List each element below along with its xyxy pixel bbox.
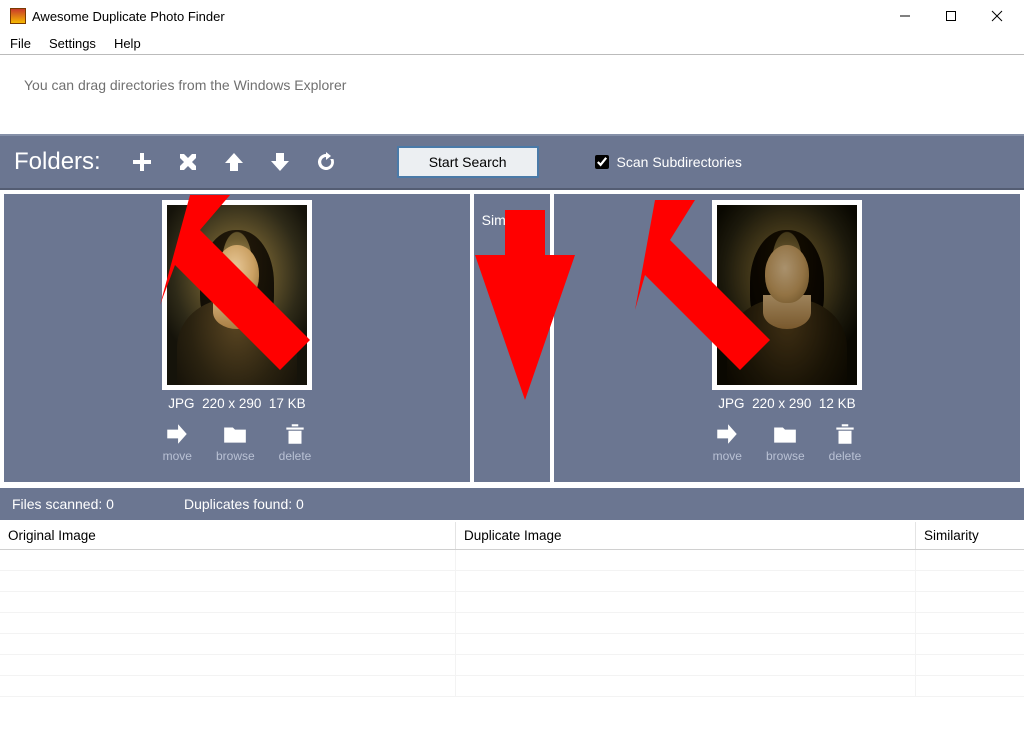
duplicate-meta: JPG 220 x 290 12 KB <box>718 396 855 411</box>
menu-bar: File Settings Help <box>0 32 1024 54</box>
app-icon <box>10 8 26 24</box>
window-title: Awesome Duplicate Photo Finder <box>32 9 225 24</box>
folders-toolbar: Folders: Start Search Scan Subdirectorie… <box>0 134 1024 190</box>
original-move-button[interactable]: move <box>163 421 192 463</box>
title-bar: Awesome Duplicate Photo Finder <box>0 0 1024 32</box>
duplicate-thumbnail[interactable] <box>712 200 862 390</box>
folders-label: Folders: <box>14 148 101 176</box>
duplicate-delete-button[interactable]: delete <box>829 421 862 463</box>
menu-help[interactable]: Help <box>114 36 141 51</box>
menu-file[interactable]: File <box>10 36 31 51</box>
maximize-button[interactable] <box>928 1 974 31</box>
status-bar: Files scanned: 0 Duplicates found: 0 <box>0 486 1024 520</box>
move-up-button[interactable] <box>219 147 249 177</box>
results-body[interactable] <box>0 550 1024 697</box>
move-down-button[interactable] <box>265 147 295 177</box>
table-row <box>0 550 1024 571</box>
table-row <box>0 676 1024 697</box>
original-thumbnail[interactable] <box>162 200 312 390</box>
col-duplicate[interactable]: Duplicate Image <box>456 522 916 549</box>
results-header: Original Image Duplicate Image Similarit… <box>0 522 1024 550</box>
original-meta: JPG 220 x 290 17 KB <box>168 396 305 411</box>
scan-subdirectories-checkbox[interactable] <box>595 155 609 169</box>
duplicate-browse-button[interactable]: browse <box>766 421 805 463</box>
original-delete-button[interactable]: delete <box>279 421 312 463</box>
duplicate-move-button[interactable]: move <box>713 421 742 463</box>
scan-subdirectories-option[interactable]: Scan Subdirectories <box>595 154 742 170</box>
scan-subdirectories-label: Scan Subdirectories <box>617 154 742 170</box>
similarity-strip: Similarity: 5 <box>474 194 550 482</box>
files-scanned: Files scanned: 0 <box>12 496 114 512</box>
table-row <box>0 613 1024 634</box>
minimize-button[interactable] <box>882 1 928 31</box>
add-folder-button[interactable] <box>127 147 157 177</box>
close-button[interactable] <box>974 1 1020 31</box>
drag-hint: You can drag directories from the Window… <box>0 54 1024 134</box>
table-row <box>0 592 1024 613</box>
col-similarity[interactable]: Similarity <box>916 522 1024 549</box>
duplicate-panel: JPG 220 x 290 12 KB move browse delete <box>554 194 1020 482</box>
menu-settings[interactable]: Settings <box>49 36 96 51</box>
similarity-label: Similarity: <box>482 212 543 228</box>
col-original[interactable]: Original Image <box>0 522 456 549</box>
original-panel: JPG 220 x 290 17 KB move browse delete <box>4 194 470 482</box>
preview-area: JPG 220 x 290 17 KB move browse delete S… <box>0 190 1024 486</box>
reset-button[interactable] <box>311 147 341 177</box>
similarity-value: 5 <box>505 234 519 265</box>
table-row <box>0 655 1024 676</box>
start-search-button[interactable]: Start Search <box>397 146 539 178</box>
swap-button[interactable] <box>498 271 526 316</box>
table-row <box>0 634 1024 655</box>
table-row <box>0 571 1024 592</box>
duplicates-found: Duplicates found: 0 <box>184 496 304 512</box>
remove-folder-button[interactable] <box>173 147 203 177</box>
original-browse-button[interactable]: browse <box>216 421 255 463</box>
results-table: Original Image Duplicate Image Similarit… <box>0 520 1024 697</box>
